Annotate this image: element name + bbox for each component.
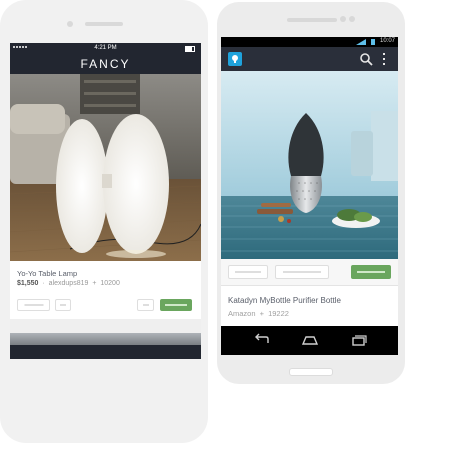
app-logo-icon[interactable] — [228, 52, 242, 66]
product-image[interactable] — [10, 74, 201, 261]
recent-apps-icon[interactable] — [350, 333, 368, 347]
android-status-time: 10:07 — [379, 38, 395, 44]
share-button[interactable] — [228, 265, 268, 279]
product-title[interactable]: Yo-Yo Table Lamp — [17, 269, 77, 278]
android-device: 10:07 Katadyn MyBottle Purifier Bottle A… — [217, 2, 405, 384]
options-button[interactable] — [137, 299, 154, 311]
fancy-count: 19222 — [268, 309, 289, 318]
product-card: Katadyn MyBottle Purifier Bottle Amazon … — [221, 286, 398, 326]
search-icon[interactable] — [359, 52, 373, 66]
meta-plus: + — [259, 309, 264, 318]
app-logo[interactable]: FANCY — [10, 54, 201, 74]
iphone-speaker — [85, 22, 123, 26]
home-icon[interactable] — [301, 333, 319, 347]
battery-icon — [185, 46, 195, 52]
iphone-camera — [67, 21, 73, 27]
product-price: $1,550 — [17, 280, 39, 287]
android-speaker — [287, 18, 337, 22]
signal-icon — [356, 39, 366, 45]
ios-card-spacer — [10, 319, 201, 333]
ios-status-bar: 4:21 PM — [10, 43, 201, 54]
product-source[interactable]: Amazon — [228, 309, 256, 318]
ios-status-time: 4:21 PM — [94, 45, 117, 51]
add-to-list-button[interactable] — [275, 265, 329, 279]
share-button[interactable] — [17, 299, 50, 311]
overflow-menu-icon[interactable] — [381, 52, 387, 66]
battery-icon — [371, 39, 375, 45]
android-sensor — [349, 16, 355, 22]
meta-plus: + — [92, 280, 97, 287]
next-product-image[interactable] — [10, 333, 201, 345]
more-button[interactable] — [55, 299, 71, 311]
fancy-count: 10200 — [100, 280, 120, 287]
app-action-bar — [221, 47, 398, 71]
meta-separator: · — [42, 280, 45, 287]
fancy-button[interactable] — [160, 299, 192, 311]
product-meta: $1,550 · alexdups819 + 10200 — [17, 280, 120, 287]
android-status-bar: 10:07 — [221, 37, 398, 47]
iphone-device: 4:21 PM FANCY Yo-Yo Table Lamp $1,550 · … — [0, 0, 208, 443]
back-icon[interactable] — [252, 333, 270, 347]
product-meta: Amazon + 19222 — [228, 309, 289, 318]
android-nav-bar — [221, 326, 398, 355]
product-user[interactable]: alexdups819 — [49, 280, 89, 287]
product-card: Yo-Yo Table Lamp $1,550 · alexdups819 + … — [10, 261, 201, 319]
product-actions-bar — [221, 259, 398, 286]
product-title[interactable]: Katadyn MyBottle Purifier Bottle — [228, 296, 341, 305]
android-camera — [340, 16, 346, 22]
iphone-screen: 4:21 PM FANCY Yo-Yo Table Lamp $1,550 · … — [10, 43, 201, 359]
android-home-button[interactable] — [289, 368, 333, 376]
android-screen: 10:07 Katadyn MyBottle Purifier Bottle A… — [221, 37, 398, 355]
fancy-button[interactable] — [351, 265, 391, 279]
product-image[interactable] — [221, 71, 398, 259]
